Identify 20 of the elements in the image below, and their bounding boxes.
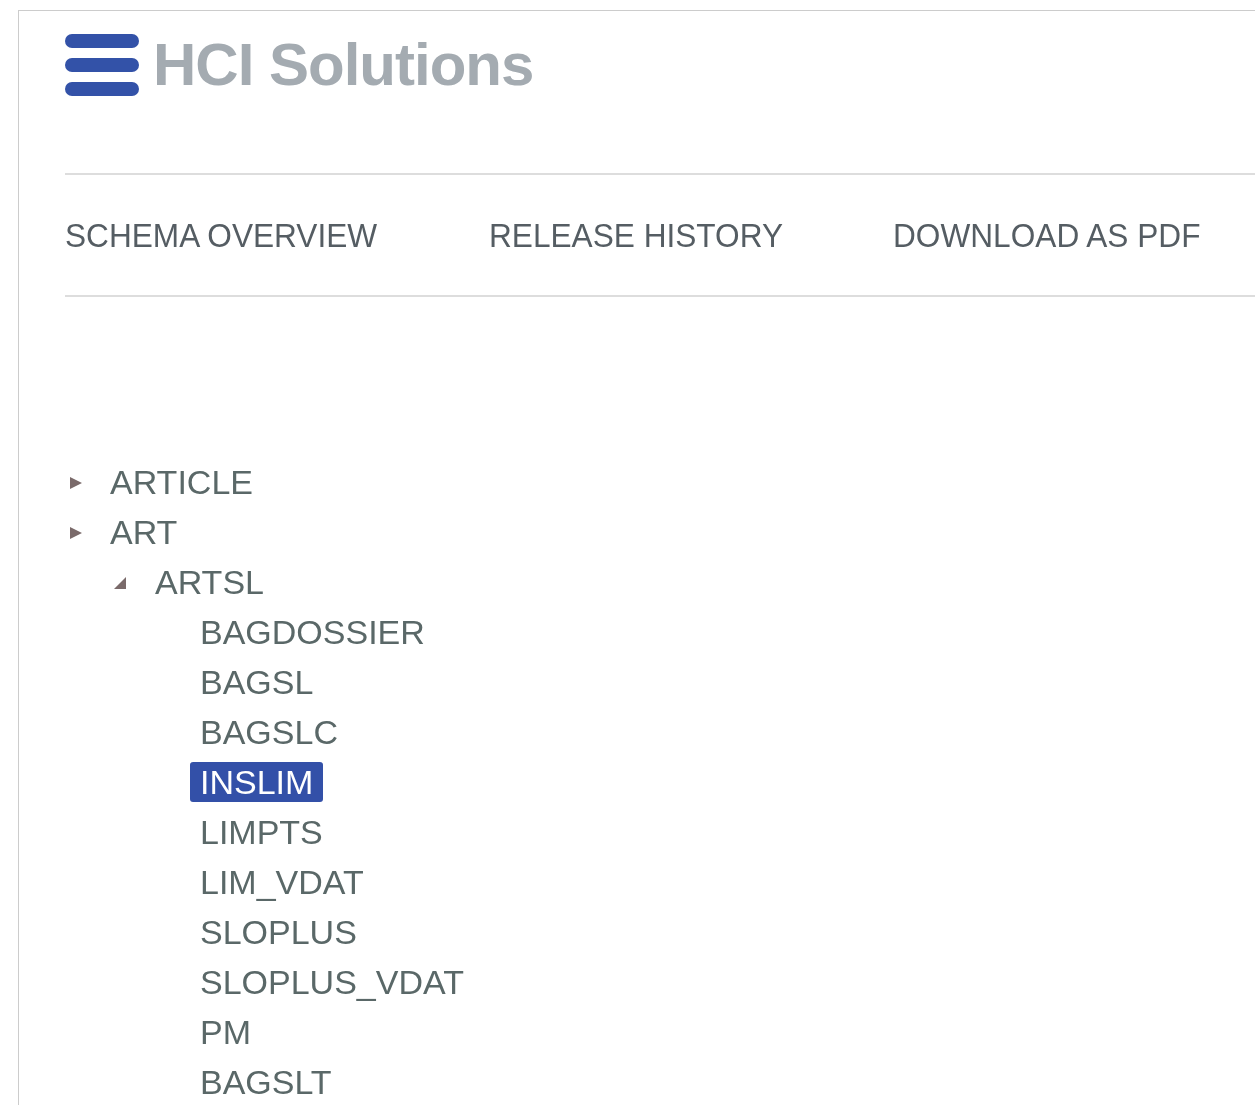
expand-triangle-icon[interactable]: [67, 474, 83, 490]
tree-item[interactable]: BAGDOSSIER: [190, 611, 435, 653]
tree-item[interactable]: BAGSLT: [190, 1061, 342, 1103]
tree-item[interactable]: BAGSLC: [190, 711, 348, 753]
tree-item[interactable]: ARTICLE: [100, 461, 263, 503]
tree-item[interactable]: PM: [190, 1011, 261, 1053]
tree-item[interactable]: SLOPLUS: [190, 911, 367, 953]
tree-item[interactable]: SLOPLUS_VDAT: [190, 961, 474, 1003]
tree-item[interactable]: LIMPTS: [190, 811, 333, 853]
nav-link[interactable]: SCHEMA OVERVIEW: [65, 209, 378, 261]
tree-item[interactable]: ARTSL: [145, 561, 274, 603]
menu-icon[interactable]: [65, 34, 139, 96]
tree-item[interactable]: BAGSL: [190, 661, 324, 703]
tree-item[interactable]: INSLIM: [190, 761, 324, 803]
tree-item[interactable]: ART: [100, 511, 188, 553]
tree-item[interactable]: LIM_VDAT: [190, 861, 374, 903]
nav-link[interactable]: DOWNLOAD AS PDF: [892, 209, 1201, 261]
brand-name: HCI Solutions: [153, 35, 534, 95]
nav-link[interactable]: RELEASE HISTORY: [488, 209, 783, 261]
expand-triangle-icon[interactable]: [67, 524, 83, 540]
